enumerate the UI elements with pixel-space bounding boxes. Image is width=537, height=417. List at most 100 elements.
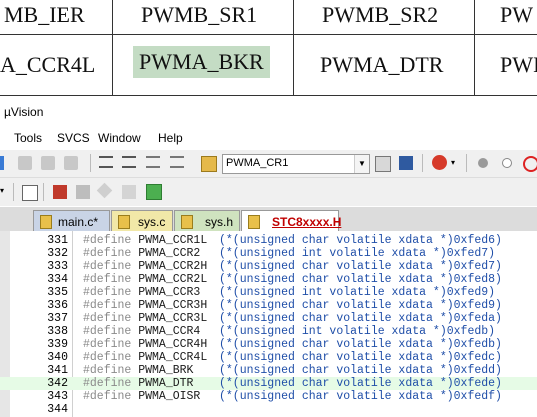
- table-cell: MB_IER: [4, 2, 85, 27]
- unindent-icon[interactable]: [122, 156, 136, 168]
- line-number: 338: [47, 325, 68, 338]
- code-line[interactable]: 343 #define PWMA_OISR (*(unsigned char vol…: [0, 390, 537, 403]
- project-manage-icon[interactable]: [53, 185, 67, 199]
- line-number: 331: [47, 234, 68, 247]
- table-column-divider: [474, 0, 475, 96]
- code-line[interactable]: 331 #define PWMA_CCR1L (*(unsigned char vo…: [0, 234, 537, 247]
- tab-sys-c[interactable]: sys.c: [111, 210, 173, 232]
- code-line[interactable]: 340 #define PWMA_CCR4L (*(unsigned char vo…: [0, 351, 537, 364]
- table-cell-highlighted: PWMA_BKR: [133, 46, 270, 78]
- toolbar-separator: [422, 154, 423, 172]
- preprocessor-keyword: #define: [83, 325, 132, 338]
- line-number: 341: [47, 364, 68, 377]
- debug-icon[interactable]: [432, 155, 447, 170]
- code-line[interactable]: 334 #define PWMA_CCR2L (*(unsigned char vo…: [0, 273, 537, 286]
- code-text: #define PWMA_CCR2 (*(unsigned int volatil…: [83, 247, 495, 260]
- uncomment-icon[interactable]: [170, 156, 184, 168]
- preprocessor-keyword: #define: [83, 247, 132, 260]
- preprocessor-keyword: #define: [83, 364, 132, 377]
- code-line[interactable]: 341 #define PWMA_BRK (*(unsigned char vola…: [0, 364, 537, 377]
- kill-breakpoints-icon[interactable]: [523, 156, 537, 172]
- code-text: #define PWMA_CCR1L (*(unsigned char volat…: [83, 234, 502, 247]
- comment-icon[interactable]: [146, 156, 160, 168]
- code-line[interactable]: 332 #define PWMA_CCR2 (*(unsigned int vola…: [0, 247, 537, 260]
- code-line[interactable]: 339 #define PWMA_CCR4H (*(unsigned char vo…: [0, 338, 537, 351]
- pack-installer-icon[interactable]: [122, 185, 136, 199]
- target-combo[interactable]: PWMA_CR1 ▼: [222, 154, 370, 174]
- code-line[interactable]: 338 #define PWMA_CCR4 (*(unsigned int vola…: [0, 325, 537, 338]
- code-line[interactable]: 337 #define PWMA_CCR3L (*(unsigned char vo…: [0, 312, 537, 325]
- code-text: #define PWMA_OISR (*(unsigned char volati…: [83, 390, 502, 403]
- macro-name: PWMA_OISR: [138, 390, 201, 403]
- code-editor[interactable]: 331 #define PWMA_CCR1L (*(unsigned char vo…: [0, 231, 537, 417]
- line-number: 343: [47, 390, 68, 403]
- line-number: 332: [47, 247, 68, 260]
- bookmark-next-icon[interactable]: [41, 156, 55, 170]
- select-packs-icon[interactable]: [76, 185, 90, 199]
- macro-name: PWMA_CCR2L: [138, 273, 208, 286]
- menu-help[interactable]: Help: [158, 131, 183, 145]
- diamond-icon[interactable]: [96, 182, 113, 199]
- macro-name: PWMA_CCR1L: [138, 234, 208, 247]
- code-line[interactable]: 344: [0, 403, 537, 416]
- tab-main-c[interactable]: main.c*: [33, 210, 110, 232]
- preprocessor-keyword: #define: [83, 351, 132, 364]
- preprocessor-keyword: #define: [83, 312, 132, 325]
- code-line[interactable]: 336 #define PWMA_CCR3H (*(unsigned char vo…: [0, 299, 537, 312]
- tab-stc8xxxx-h[interactable]: STC8xxxx.H: [241, 210, 341, 232]
- chevron-down-icon[interactable]: ▾: [451, 159, 465, 173]
- menu-svcs[interactable]: SVCS: [57, 131, 90, 145]
- breakpoint-disable-icon[interactable]: [502, 158, 512, 168]
- table-column-divider: [112, 0, 113, 96]
- table-row-divider: [0, 34, 537, 35]
- code-text: #define PWMA_CCR3 (*(unsigned int volatil…: [83, 286, 495, 299]
- bookmark-clear-icon[interactable]: [64, 156, 78, 170]
- chevron-down-icon[interactable]: ▼: [354, 155, 369, 173]
- table-cell: PWMB_SR1: [141, 2, 258, 27]
- line-number: 335: [47, 286, 68, 299]
- code-text: #define PWMA_CCR3L (*(unsigned char volat…: [83, 312, 502, 325]
- rte-icon[interactable]: [146, 184, 162, 200]
- macro-name: PWMA_CCR4H: [138, 338, 208, 351]
- register-table: MB_IER PWMB_SR1 PWMB_SR2 PW A_CCR4L PWMA…: [0, 0, 537, 96]
- chevron-down-icon[interactable]: ▾: [0, 187, 8, 201]
- preprocessor-keyword: #define: [83, 260, 132, 273]
- arrow-icon[interactable]: [0, 156, 4, 170]
- menu-tools[interactable]: Tools: [14, 131, 42, 145]
- find-in-files-icon[interactable]: [201, 156, 217, 172]
- breakpoint-icon[interactable]: [478, 158, 488, 168]
- toolbar-separator: [13, 183, 14, 201]
- code-text: #define PWMA_CCR4L (*(unsigned char volat…: [83, 351, 502, 364]
- tab-label: main.c*: [58, 215, 99, 229]
- table-cell: PWI: [500, 52, 537, 77]
- code-line[interactable]: 333 #define PWMA_CCR2H (*(unsigned char vo…: [0, 260, 537, 273]
- line-number: 336: [47, 299, 68, 312]
- file-icon: [118, 215, 130, 229]
- macro-body: (*(unsigned char volatile xdata *)0xfedf…: [219, 390, 502, 403]
- build-toolbar: ▾: [0, 178, 537, 206]
- macro-body: (*(unsigned int volatile xdata *)0xfedb): [219, 325, 496, 338]
- line-number: 342: [47, 377, 68, 390]
- preprocessor-keyword: #define: [83, 377, 132, 390]
- macro-name: PWMA_CCR2: [138, 247, 201, 260]
- code-line[interactable]: 335 #define PWMA_CCR3 (*(unsigned int vola…: [0, 286, 537, 299]
- code-line[interactable]: 342 #define PWMA_DTR (*(unsigned char vola…: [0, 377, 537, 390]
- table-cell: A_CCR4L: [0, 52, 96, 77]
- incremental-find-icon[interactable]: [399, 156, 413, 170]
- menu-window[interactable]: Window: [98, 131, 141, 145]
- tab-sys-h[interactable]: sys.h: [174, 210, 240, 232]
- indent-icon[interactable]: [99, 156, 113, 168]
- bookmark-prev-icon[interactable]: [18, 156, 32, 170]
- macro-body: (*(unsigned char volatile xdata *)0xfed8…: [219, 273, 502, 286]
- file-icon: [181, 215, 193, 229]
- target-combo-value: PWMA_CR1: [226, 157, 289, 169]
- find-icon[interactable]: [375, 156, 391, 172]
- toolbar-separator: [466, 154, 467, 172]
- code-text: #define PWMA_DTR (*(unsigned char volatil…: [83, 377, 502, 390]
- line-number: 337: [47, 312, 68, 325]
- window-titlebar: µVision: [0, 99, 537, 126]
- wand-icon[interactable]: [22, 185, 38, 201]
- code-text: #define PWMA_CCR3H (*(unsigned char volat…: [83, 299, 502, 312]
- macro-name: PWMA_CCR3L: [138, 312, 208, 325]
- window-title: µVision: [4, 105, 44, 119]
